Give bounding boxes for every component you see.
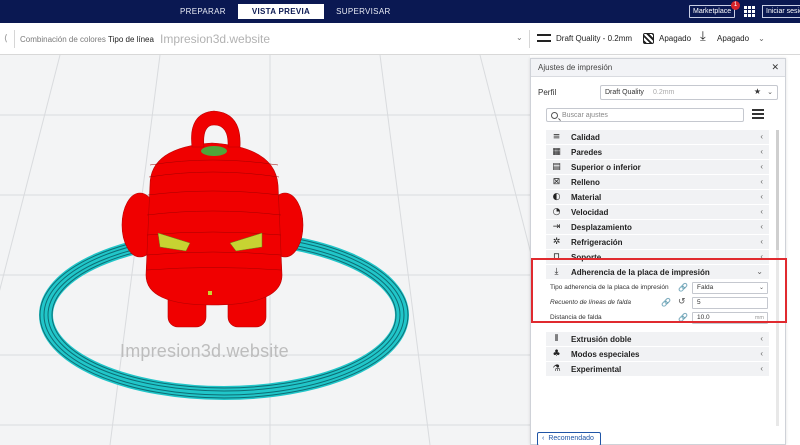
category-experimental[interactable]: ⚗ Experimental ‹ <box>546 362 769 377</box>
chevron-left-icon: ‹ <box>760 222 763 231</box>
top-navigation-bar: PREPARAR VISTA PREVIA SUPERVISAR Marketp… <box>0 0 800 23</box>
category-relleno[interactable]: ⊠ Relleno ‹ <box>546 175 769 190</box>
quality-icon: ≡ <box>552 132 561 142</box>
category-label: Experimental <box>571 365 622 374</box>
adhesion-icon <box>700 29 712 44</box>
category-label: Superior o inferior <box>571 163 641 172</box>
category-label: Relleno <box>571 178 600 187</box>
category-label: Velocidad <box>571 208 609 217</box>
profile-row: Perfil Draft Quality 0.2mm ★ ⌄ <box>538 85 778 101</box>
category-desplazamiento[interactable]: ⇥ Desplazamiento ‹ <box>546 220 769 235</box>
category-paredes[interactable]: ▦ Paredes ‹ <box>546 145 769 160</box>
close-icon[interactable]: ✕ <box>771 62 779 73</box>
view-options-bar: ⟨ Combinación de colores Tipo de línea I… <box>0 23 800 55</box>
category-extrusion-doble[interactable]: ⫴ Extrusión doble ‹ <box>546 332 769 347</box>
fan-icon: ✲ <box>552 237 561 247</box>
support-state-text: Apagado <box>659 33 692 43</box>
sliders-icon <box>537 31 551 45</box>
divider <box>529 30 530 48</box>
signin-button[interactable]: Iniciar sesión <box>762 5 800 18</box>
category-material[interactable]: ◐ Material ‹ <box>546 190 769 205</box>
search-icon <box>551 112 558 119</box>
profile-select[interactable]: Draft Quality 0.2mm ★ ⌄ <box>600 85 778 100</box>
recommended-label: Recomendado <box>548 435 594 442</box>
profile-summary-text: Draft Quality - 0.2mm <box>556 33 633 43</box>
category-label: Refrigeración <box>571 238 623 247</box>
tab-supervisar[interactable]: SUPERVISAR <box>324 4 402 19</box>
category-calidad[interactable]: ≡ Calidad ‹ <box>546 130 769 145</box>
top-infill-patch <box>201 146 227 156</box>
chevron-left-icon: ‹ <box>760 132 763 141</box>
chevron-down-icon[interactable]: ⌄ <box>758 34 765 43</box>
recommended-button[interactable]: ‹ Recomendado <box>537 432 601 445</box>
chevron-left-icon: ‹ <box>760 364 763 373</box>
experimental-icon: ⚗ <box>552 364 561 374</box>
search-box[interactable] <box>546 108 744 122</box>
3d-viewport[interactable]: Impresion3d.website <box>0 55 530 445</box>
chevron-left-icon: ‹ <box>760 349 763 358</box>
tab-preparar[interactable]: PREPARAR <box>168 4 238 19</box>
search-input[interactable] <box>562 110 737 121</box>
apps-grid-icon[interactable] <box>744 6 755 17</box>
print-settings-panel: Ajustes de impresión ✕ Perfil Draft Qual… <box>530 58 786 445</box>
chevron-left-icon: ‹ <box>760 147 763 156</box>
scrollbar-thumb[interactable] <box>776 130 779 250</box>
search-row <box>546 108 781 122</box>
collapse-icon[interactable]: ⟨ <box>4 33 8 44</box>
panel-title: Ajustes de impresión <box>538 63 613 72</box>
chevron-left-icon: ‹ <box>760 177 763 186</box>
infill-icon: ⊠ <box>552 177 561 187</box>
star-icon[interactable]: ★ <box>754 87 761 96</box>
category-label: Desplazamiento <box>571 223 632 232</box>
walls-icon: ▦ <box>552 147 561 157</box>
tab-vista-previa[interactable]: VISTA PREVIA <box>237 4 325 19</box>
line-type-label[interactable]: Tipo de línea <box>108 35 154 44</box>
notification-badge: 1 <box>731 1 740 10</box>
category-label: Modos especiales <box>571 350 640 359</box>
top-bottom-icon: ▤ <box>552 162 561 172</box>
category-modos-especiales[interactable]: ♣ Modos especiales ‹ <box>546 347 769 362</box>
profile-layer-height: 0.2mm <box>653 89 675 96</box>
travel-icon: ⇥ <box>552 222 561 232</box>
adhesion-state-text: Apagado <box>717 33 750 43</box>
color-scheme-label[interactable]: Combinación de colores <box>20 35 106 44</box>
category-label: Paredes <box>571 148 603 157</box>
panel-header: Ajustes de impresión ✕ <box>531 59 785 77</box>
profile-name: Draft Quality <box>605 89 644 96</box>
divider <box>14 30 15 48</box>
menu-icon[interactable] <box>752 109 764 119</box>
category-label: Material <box>571 193 602 202</box>
highlight-annotation-box <box>531 258 787 323</box>
category-label: Extrusión doble <box>571 335 632 344</box>
chevron-left-icon: ‹ <box>760 192 763 201</box>
chevron-left-icon: ‹ <box>760 207 763 216</box>
marketplace-button[interactable]: Marketplace <box>689 5 736 18</box>
settings-list: ≡ Calidad ‹ ▦ Paredes ‹ ▤ Superior o inf… <box>546 130 769 377</box>
small-marker <box>208 291 212 295</box>
scene-canvas[interactable] <box>0 55 530 445</box>
print-settings-summary[interactable]: Draft Quality - 0.2mm Apagado Apagado ⌄ <box>537 29 765 45</box>
chevron-left-icon: ‹ <box>760 162 763 171</box>
chevron-left-icon: ‹ <box>760 334 763 343</box>
stage-tabs: PREPARAR VISTA PREVIA SUPERVISAR <box>168 4 403 19</box>
dual-extrusion-icon: ⫴ <box>554 334 559 344</box>
watermark-text: Impresion3d.website <box>160 32 271 46</box>
chevron-down-icon[interactable]: ⌄ <box>516 33 523 42</box>
profile-label: Perfil <box>538 88 557 97</box>
category-superior-inferior[interactable]: ▤ Superior o inferior ‹ <box>546 160 769 175</box>
category-label: Calidad <box>571 133 600 142</box>
support-icon <box>643 32 655 44</box>
chevron-left-icon: ‹ <box>760 237 763 246</box>
material-icon: ◐ <box>552 192 561 202</box>
special-modes-icon: ♣ <box>552 349 561 359</box>
chevron-down-icon: ⌄ <box>767 89 773 96</box>
chevron-left-icon: ‹ <box>542 435 545 442</box>
category-refrigeracion[interactable]: ✲ Refrigeración ‹ <box>546 235 769 250</box>
speed-icon: ◔ <box>552 207 561 217</box>
category-velocidad[interactable]: ◔ Velocidad ‹ <box>546 205 769 220</box>
watermark-text: Impresion3d.website <box>120 341 289 361</box>
